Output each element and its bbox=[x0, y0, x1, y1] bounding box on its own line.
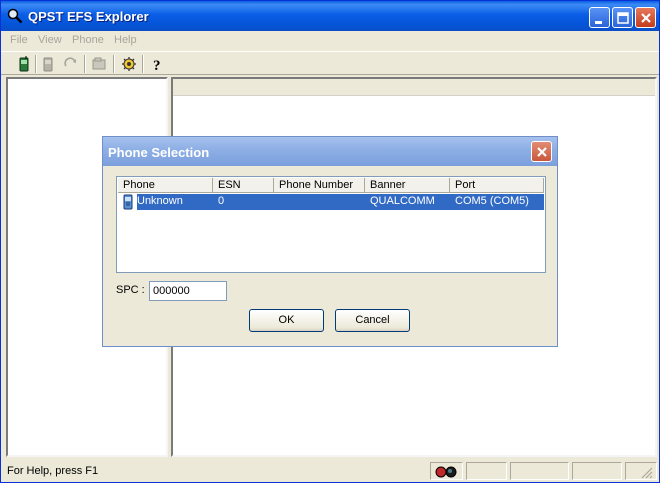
magnifier-icon bbox=[7, 8, 23, 24]
toolbar-separator bbox=[84, 55, 86, 73]
dialog-title-bar[interactable]: Phone Selection bbox=[103, 137, 557, 166]
toolbar-separator bbox=[35, 55, 37, 73]
status-panel bbox=[510, 462, 569, 480]
file-list-header bbox=[173, 79, 655, 96]
status-panel bbox=[572, 462, 622, 480]
menu-bar: File View Phone Help bbox=[1, 31, 659, 50]
phone-selection-dialog: Phone Selection Phone ESN Phone Number B… bbox=[102, 136, 558, 347]
phone-icon bbox=[120, 194, 136, 213]
column-header-phone-number[interactable]: Phone Number bbox=[274, 178, 365, 193]
phone-list[interactable]: Phone ESN Phone Number Banner Port Unkno… bbox=[116, 176, 546, 273]
column-header-phone[interactable]: Phone bbox=[118, 178, 213, 193]
cancel-button[interactable]: Cancel bbox=[335, 309, 410, 332]
svg-text:?: ? bbox=[153, 58, 161, 72]
menu-phone[interactable]: Phone bbox=[72, 34, 104, 46]
close-icon bbox=[537, 147, 547, 157]
resize-grip-icon bbox=[641, 467, 653, 479]
toolbar-separator bbox=[142, 55, 144, 73]
column-header-port[interactable]: Port bbox=[450, 178, 544, 193]
connection-lights-icon bbox=[435, 466, 457, 478]
phone-disabled-icon[interactable] bbox=[39, 55, 57, 73]
properties-icon[interactable] bbox=[90, 55, 108, 73]
cell-phone: Unknown bbox=[137, 195, 183, 207]
column-header-banner[interactable]: Banner bbox=[365, 178, 450, 193]
status-panel-grip bbox=[625, 462, 657, 480]
spc-input[interactable] bbox=[149, 281, 227, 301]
refresh-icon[interactable] bbox=[62, 55, 80, 73]
menu-file[interactable]: File bbox=[10, 34, 28, 46]
toolbar-separator bbox=[113, 55, 115, 73]
title-bar[interactable]: QPST EFS Explorer bbox=[1, 1, 659, 31]
minimize-button[interactable] bbox=[589, 7, 610, 28]
column-header-esn[interactable]: ESN bbox=[213, 178, 274, 193]
settings-icon[interactable] bbox=[120, 55, 138, 73]
cell-banner: QUALCOMM bbox=[370, 195, 435, 207]
maximize-icon bbox=[617, 12, 629, 24]
cell-port: COM5 (COM5) bbox=[455, 195, 529, 207]
close-icon bbox=[641, 13, 651, 23]
window-title: QPST EFS Explorer bbox=[28, 9, 149, 24]
help-icon[interactable]: ? bbox=[148, 55, 166, 73]
menu-view[interactable]: View bbox=[38, 34, 62, 46]
toolbar: ? bbox=[1, 51, 659, 75]
ok-button[interactable]: OK bbox=[249, 309, 324, 332]
status-panel-connection bbox=[430, 462, 463, 480]
menu-help[interactable]: Help bbox=[114, 34, 137, 46]
cell-esn: 0 bbox=[218, 195, 225, 207]
maximize-button[interactable] bbox=[612, 7, 633, 28]
phone-icon[interactable] bbox=[15, 55, 33, 73]
close-button[interactable] bbox=[635, 7, 656, 28]
minimize-icon bbox=[595, 21, 602, 24]
status-text: For Help, press F1 bbox=[7, 465, 99, 477]
spc-label: SPC : bbox=[116, 284, 145, 296]
phone-row[interactable]: Unknown 0 QUALCOMM COM5 (COM5) bbox=[118, 194, 544, 210]
dialog-title: Phone Selection bbox=[108, 145, 210, 160]
phone-list-header: Phone ESN Phone Number Banner Port bbox=[118, 178, 544, 193]
status-bar: For Help, press F1 bbox=[1, 460, 659, 482]
status-panel bbox=[466, 462, 507, 480]
dialog-close-button[interactable] bbox=[531, 141, 552, 162]
